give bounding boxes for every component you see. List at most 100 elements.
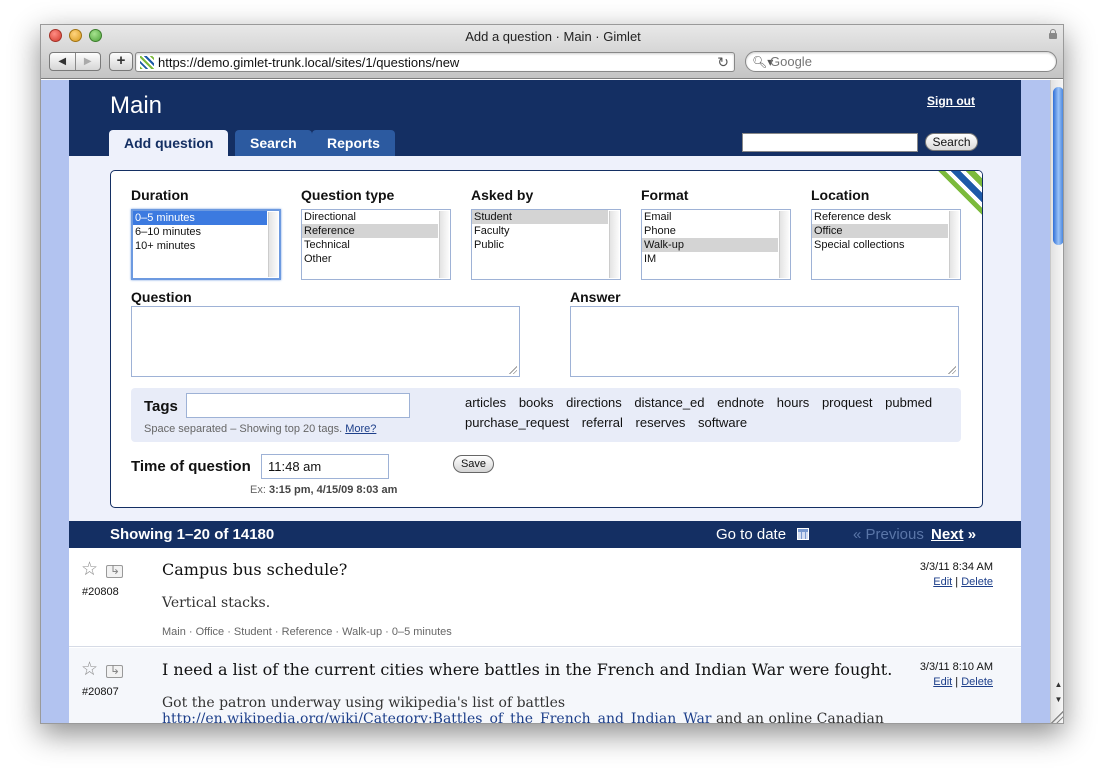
entry-actions: Edit | Delete (933, 676, 993, 688)
reload-icon[interactable]: ↻ (717, 54, 729, 71)
forward-icon[interactable] (106, 663, 123, 678)
entry-actions: Edit | Delete (933, 576, 993, 588)
go-to-date-label[interactable]: Go to date (716, 526, 786, 543)
format-option[interactable]: Walk-up (642, 238, 778, 252)
location-option[interactable]: Office (812, 224, 948, 238)
tab-add-question[interactable]: Add question (109, 130, 229, 156)
address-bar-url: https://demo.gimlet-trunk.local/sites/1/… (158, 55, 460, 70)
duration-option[interactable]: 6–10 minutes (133, 225, 267, 239)
format-option[interactable]: Phone (642, 224, 778, 238)
asked-by-option[interactable]: Public (472, 238, 608, 252)
edit-link[interactable]: Edit (933, 576, 952, 588)
next-page: Next » (931, 526, 976, 543)
tag-link[interactable]: hours (777, 395, 810, 410)
question-type-listbox[interactable]: Directional Reference Technical Other (301, 209, 451, 280)
duration-option[interactable]: 0–5 minutes (133, 211, 267, 225)
duration-scrollbar[interactable] (268, 212, 278, 277)
browser-search-field[interactable]: 🔍︎▾ (745, 51, 1057, 72)
tag-link[interactable]: distance_ed (634, 395, 704, 410)
asked-by-scrollbar[interactable] (609, 211, 619, 278)
resize-grip-icon[interactable] (509, 366, 517, 374)
entry-answer-link[interactable]: http://en.wikipedia.org/wiki/Category:Ba… (162, 711, 711, 723)
page-viewport: Main Sign out Add question Search Report… (41, 80, 1063, 724)
time-of-question-input[interactable]: 11:48 am (261, 454, 389, 479)
header-search-input[interactable] (742, 133, 918, 152)
tag-link[interactable]: proquest (822, 395, 873, 410)
location-label: Location (811, 187, 870, 203)
entry-question: I need a list of the current cities wher… (162, 660, 893, 679)
tag-link[interactable]: referral (582, 415, 623, 430)
forward-icon[interactable] (106, 563, 123, 578)
location-listbox[interactable]: Reference desk Office Special collection… (811, 209, 961, 280)
question-textarea[interactable] (131, 306, 520, 377)
question-type-scrollbar[interactable] (439, 211, 449, 278)
location-option[interactable]: Reference desk (812, 210, 948, 224)
window-resize-grip-icon[interactable] (1051, 711, 1063, 723)
lock-icon (1049, 29, 1057, 39)
resize-grip-icon[interactable] (948, 366, 956, 374)
question-type-option[interactable]: Technical (302, 238, 438, 252)
address-bar[interactable]: https://demo.gimlet-trunk.local/sites/1/… (135, 52, 735, 72)
star-icon[interactable]: ☆ (81, 560, 98, 579)
tag-link[interactable]: pubmed (885, 395, 932, 410)
answer-textarea[interactable] (570, 306, 959, 377)
header-search-button[interactable]: Search (925, 133, 978, 151)
tags-panel: Tags Space separated – Showing top 20 ta… (131, 388, 961, 442)
save-button[interactable]: Save (453, 455, 494, 473)
entry-answer-tail: and an online Canadian (715, 711, 884, 724)
previous-page-link: « Previous (853, 526, 924, 543)
entry-answer: Vertical stacks. (162, 595, 271, 611)
star-icon[interactable]: ☆ (81, 660, 98, 679)
tab-search[interactable]: Search (235, 130, 312, 156)
asked-by-option[interactable]: Student (472, 210, 608, 224)
delete-link[interactable]: Delete (961, 576, 993, 588)
forward-button[interactable]: ▶ (74, 53, 101, 70)
site-favicon-icon (140, 56, 154, 69)
question-type-option[interactable]: Directional (302, 210, 438, 224)
scroll-up-arrow[interactable]: ▲ (1052, 678, 1063, 692)
tag-link[interactable]: endnote (717, 395, 764, 410)
browser-search-input[interactable] (770, 54, 1050, 69)
time-hint: Ex: 3:15 pm, 4/15/09 8:03 am (250, 484, 397, 496)
tab-reports[interactable]: Reports (312, 130, 395, 156)
sign-out-link[interactable]: Sign out (927, 94, 975, 108)
time-hint-prefix: Ex: (250, 484, 266, 496)
duration-listbox[interactable]: 0–5 minutes 6–10 minutes 10+ minutes (131, 209, 281, 280)
tag-link[interactable]: books (519, 395, 554, 410)
location-option[interactable]: Special collections (812, 238, 948, 252)
tag-link[interactable]: software (698, 415, 747, 430)
format-option[interactable]: IM (642, 252, 778, 266)
question-type-option[interactable]: Other (302, 252, 438, 266)
tag-link[interactable]: reserves (636, 415, 686, 430)
asked-by-listbox[interactable]: Student Faculty Public (471, 209, 621, 280)
location-scrollbar[interactable] (949, 211, 959, 278)
duration-option[interactable]: 10+ minutes (133, 239, 267, 253)
entry-question: Campus bus schedule? (162, 560, 348, 579)
entry-datetime: 3/3/11 8:34 AM (919, 561, 993, 573)
add-bookmark-button[interactable]: + (109, 52, 133, 71)
edit-link[interactable]: Edit (933, 676, 952, 688)
tags-input[interactable] (186, 393, 410, 418)
asked-by-option[interactable]: Faculty (472, 224, 608, 238)
page-scrollbar[interactable]: ▲ ▼ (1050, 80, 1063, 723)
scroll-down-arrow[interactable]: ▼ (1052, 693, 1063, 707)
next-page-link[interactable]: Next (931, 526, 964, 543)
tag-link[interactable]: directions (566, 395, 622, 410)
tag-link[interactable]: articles (465, 395, 506, 410)
question-type-option[interactable]: Reference (302, 224, 438, 238)
question-label: Question (131, 289, 192, 305)
delete-link[interactable]: Delete (961, 676, 993, 688)
format-option[interactable]: Email (642, 210, 778, 224)
format-listbox[interactable]: Email Phone Walk-up IM (641, 209, 791, 280)
question-type-label: Question type (301, 187, 395, 203)
calendar-icon[interactable] (797, 528, 809, 540)
more-tags-link[interactable]: More? (345, 423, 376, 435)
form-area: Duration 0–5 minutes 6–10 minutes 10+ mi… (69, 156, 1021, 521)
browser-toolbar: Add a question · Main · Gimlet ◀ ▶ + htt… (41, 25, 1063, 79)
next-arrow: » (967, 526, 977, 543)
scrollbar-thumb[interactable] (1053, 87, 1063, 245)
tag-link[interactable]: purchase_request (465, 415, 569, 430)
back-button[interactable]: ◀ (50, 53, 75, 70)
format-scrollbar[interactable] (779, 211, 789, 278)
entry-id: #20808 (82, 586, 119, 598)
